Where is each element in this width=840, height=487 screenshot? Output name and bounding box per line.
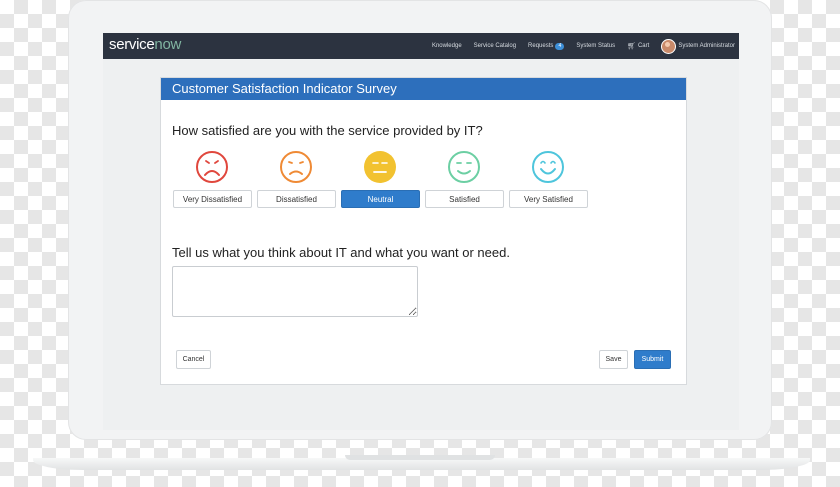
dissatisfied-face-icon[interactable] <box>279 150 313 184</box>
rating-very-satisfied-button[interactable]: Very Satisfied <box>509 190 588 208</box>
satisfaction-question: How satisfied are you with the service p… <box>172 123 483 138</box>
rating-dissatisfied-button[interactable]: Dissatisfied <box>257 190 336 208</box>
satisfied-face-icon[interactable] <box>447 150 481 184</box>
nav-requests[interactable]: Requests 4 <box>528 42 565 50</box>
servicenow-logo[interactable]: servicenow <box>109 36 181 53</box>
nav-cart[interactable]: 🛒︎ Cart <box>627 42 649 50</box>
avatar <box>661 38 677 54</box>
cancel-button[interactable]: Cancel <box>176 350 211 369</box>
nav-service-catalog[interactable]: Service Catalog <box>474 43 516 49</box>
feedback-question: Tell us what you think about IT and what… <box>172 245 510 260</box>
rating-satisfied-button[interactable]: Satisfied <box>425 190 504 208</box>
nav-links: Knowledge Service Catalog Requests 4 Syst… <box>432 33 735 59</box>
rating-very-dissatisfied-button[interactable]: Very Dissatisfied <box>173 190 252 208</box>
cart-icon: 🛒︎ <box>627 43 636 50</box>
laptop-notch <box>345 455 495 460</box>
submit-button[interactable]: Submit <box>634 350 671 369</box>
requests-count-badge: 4 <box>555 42 565 50</box>
survey-card: Customer Satisfaction Indicator Survey H… <box>160 77 687 385</box>
user-menu[interactable]: System Administrator <box>661 38 735 54</box>
very-dissatisfied-face-icon[interactable] <box>195 150 229 184</box>
app-screen: servicenow Knowledge Service Catalog Req… <box>103 33 739 430</box>
nav-system-status[interactable]: System Status <box>576 43 615 49</box>
rating-neutral-button[interactable]: Neutral <box>341 190 420 208</box>
nav-knowledge[interactable]: Knowledge <box>432 43 462 49</box>
survey-title: Customer Satisfaction Indicator Survey <box>161 78 686 100</box>
save-button[interactable]: Save <box>599 350 628 369</box>
feedback-textarea[interactable] <box>172 266 418 317</box>
neutral-face-icon[interactable] <box>363 150 397 184</box>
very-satisfied-face-icon[interactable] <box>531 150 565 184</box>
top-navbar: servicenow Knowledge Service Catalog Req… <box>103 33 739 59</box>
